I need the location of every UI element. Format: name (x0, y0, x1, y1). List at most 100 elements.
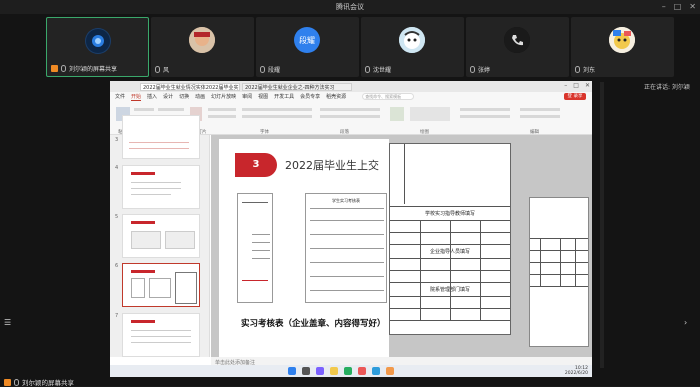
participant-tile[interactable]: 刘尔颖的屏幕共享 (46, 17, 149, 77)
table-line (420, 220, 421, 320)
table-line (390, 206, 510, 207)
start-icon[interactable] (288, 367, 296, 375)
slide-thumbnail[interactable] (122, 165, 200, 209)
window-controls: – □ ✕ (662, 0, 696, 14)
thumb-line (131, 320, 155, 323)
participant-name: 段耀 (260, 65, 355, 74)
table-line (575, 238, 576, 286)
thumb-line (129, 148, 189, 149)
doc-line (310, 248, 384, 249)
close-icon[interactable]: ✕ (585, 82, 590, 89)
minimize-icon[interactable]: – (564, 82, 567, 89)
login-button[interactable]: 登 录享 (564, 93, 586, 100)
menu-item[interactable]: 稻壳资源 (326, 93, 346, 100)
task-view-icon[interactable] (316, 367, 324, 375)
system-clock: 10:12 2022/6/20 (564, 366, 588, 376)
wps-icon[interactable] (358, 367, 366, 375)
doc-line (310, 234, 384, 235)
thumb-line (131, 194, 171, 195)
menu-item[interactable]: 设计 (163, 93, 173, 100)
evaluation-table-image: 学校实习指导教师填写 企业指导人员填写 院系管理部门填写 (389, 143, 511, 335)
participant-name: 沈世耀 (365, 65, 460, 74)
menu-item[interactable]: 切换 (179, 93, 189, 100)
menu-item[interactable]: 动画 (195, 93, 205, 100)
table-section-title: 学校实习指导教师填写 (424, 211, 475, 217)
maximize-icon[interactable]: □ (674, 0, 682, 14)
emoji-avatar-icon (609, 27, 635, 53)
thumbnail-number: 7 (115, 313, 119, 319)
thumb-line (131, 330, 191, 331)
speaking-indicator: 正在讲话: 刘尔颖 (644, 84, 690, 91)
document-tab[interactable]: 2022届毕业生就业情况实体2022届毕业实习实施企业之-四种方法实际 (140, 83, 240, 91)
menu-item[interactable]: 插入 (147, 93, 157, 100)
ribbon-control (242, 108, 312, 111)
doc-line (310, 220, 384, 221)
slide-editing-area[interactable]: 3 2022届毕业生上交 学生实习考核表 实习考核表（企业盖章、内容得写好） 学… (211, 135, 592, 357)
participant-tile[interactable]: 段耀 段耀 (256, 17, 359, 77)
text-box-icon[interactable] (390, 107, 404, 121)
mic-icon (365, 66, 370, 73)
ribbon-control (520, 115, 560, 118)
thumb-line (131, 188, 181, 189)
current-slide[interactable]: 3 2022届毕业生上交 学生实习考核表 实习考核表（企业盖章、内容得写好） (219, 139, 389, 357)
slide-thumbnail[interactable] (122, 214, 200, 258)
thumb-line (165, 231, 195, 249)
ribbon-control (460, 115, 510, 118)
thumb-line (131, 172, 155, 175)
menu-item[interactable]: 会员专享 (300, 93, 320, 100)
mic-icon (260, 66, 265, 73)
browser-icon[interactable] (344, 367, 352, 375)
table-line (480, 220, 481, 320)
ribbon-control (158, 108, 184, 111)
slide-thumbnail[interactable] (122, 115, 200, 159)
participant-name: 刘东 (575, 65, 670, 74)
shapes-gallery[interactable] (410, 107, 450, 121)
meeting-icon[interactable] (372, 367, 380, 375)
doc-line (310, 276, 384, 277)
app-title: 腾讯会议 (336, 3, 364, 11)
file-explorer-icon[interactable] (330, 367, 338, 375)
table-line (530, 250, 588, 251)
menu-item[interactable]: 开始 (131, 93, 142, 101)
maximize-icon[interactable]: □ (573, 82, 579, 89)
share-scrollbar[interactable] (600, 82, 604, 368)
avatar: 段耀 (294, 27, 320, 53)
menu-item[interactable]: 文件 (115, 93, 125, 100)
participant-name: 刘尔颖的屏幕共享 (51, 64, 144, 73)
slide-number-badge: 3 (235, 153, 277, 177)
search-icon[interactable] (302, 367, 310, 375)
command-search-input[interactable]: 查找命令、搜索模板 (362, 93, 415, 100)
slide-caption[interactable]: 实习考核表（企业盖章、内容得写好） (241, 317, 386, 329)
participant-tile[interactable]: 沈世耀 (361, 17, 464, 77)
share-logo-icon (86, 29, 110, 53)
participant-tile[interactable]: 风 (151, 17, 254, 77)
share-owner-bar: 刘尔颖的屏幕共享 (0, 377, 700, 387)
slide-title[interactable]: 2022届毕业生上交 (285, 157, 379, 173)
thumb-line (131, 342, 191, 343)
participant-tile[interactable]: 张婷 (466, 17, 569, 77)
slide-thumbnail-selected[interactable] (122, 263, 200, 307)
document-image (237, 193, 273, 303)
document-tab[interactable]: 2022届毕业生就业企业之-四种方法实习 (242, 83, 352, 91)
table-line (540, 238, 541, 286)
ppt-titlebar: 2022届毕业生就业情况实体2022届毕业实习实施企业之-四种方法实际 2022… (110, 81, 592, 92)
collapse-icon[interactable]: › (684, 318, 687, 327)
menu-icon[interactable]: ☰ (4, 318, 13, 327)
screen-share-icon (51, 65, 58, 72)
participant-tile[interactable]: 刘东 (571, 17, 674, 77)
thumbnail-number: 6 (115, 263, 119, 269)
photo-avatar-icon (189, 27, 215, 53)
slide-thumbnail[interactable] (122, 313, 200, 357)
menu-item[interactable]: 视图 (258, 93, 268, 100)
thumb-line (149, 278, 171, 298)
menu-item[interactable]: 幻灯片放映 (211, 93, 236, 100)
close-icon[interactable]: ✕ (689, 0, 696, 14)
menu-item[interactable]: 审阅 (242, 93, 252, 100)
mic-icon (470, 66, 475, 73)
ppt-menubar: 文件 开始 插入 设计 切换 动画 幻灯片放映 审阅 视图 开发工具 会员专享 … (110, 92, 592, 101)
menu-item[interactable]: 开发工具 (274, 93, 294, 100)
app-icon[interactable] (386, 367, 394, 375)
slide-thumbnail-panel: 3 4 5 6 7 (110, 115, 210, 357)
participant-name: 风 (155, 65, 250, 74)
minimize-icon[interactable]: – (662, 0, 666, 14)
